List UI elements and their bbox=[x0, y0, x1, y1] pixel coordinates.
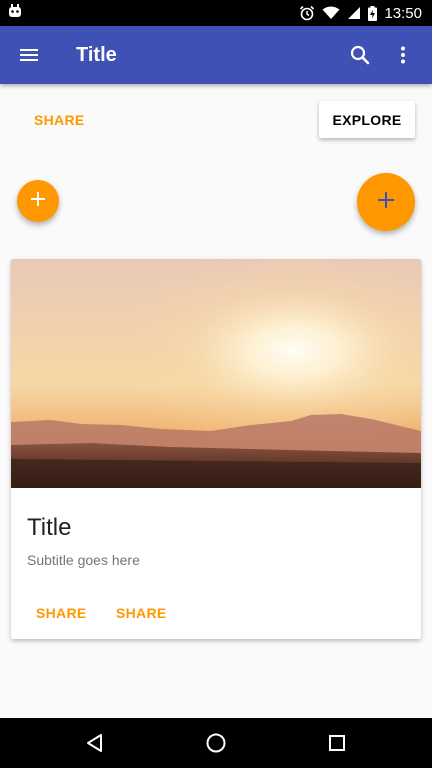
card-title: Title bbox=[27, 514, 72, 541]
recents-icon[interactable] bbox=[325, 731, 349, 755]
home-icon[interactable] bbox=[204, 731, 228, 755]
more-vert-icon[interactable] bbox=[391, 43, 415, 67]
android-debug-icon bbox=[8, 3, 22, 23]
card-image bbox=[11, 259, 421, 488]
wifi-icon bbox=[322, 6, 340, 20]
battery-charging-icon bbox=[368, 5, 378, 21]
navigation-bar bbox=[0, 718, 432, 768]
add-fab[interactable] bbox=[357, 173, 415, 231]
share-button[interactable]: SHARE bbox=[34, 112, 85, 128]
back-icon[interactable] bbox=[83, 731, 107, 755]
add-icon bbox=[29, 190, 47, 213]
card-share-button[interactable]: SHARE bbox=[36, 605, 87, 621]
add-fab-mini[interactable] bbox=[17, 180, 59, 222]
explore-button[interactable]: EXPLORE bbox=[319, 101, 415, 138]
menu-icon[interactable] bbox=[17, 43, 41, 67]
search-icon[interactable] bbox=[348, 43, 372, 67]
status-bar: 13:50 bbox=[0, 0, 432, 26]
signal-icon bbox=[347, 6, 361, 20]
add-icon bbox=[376, 190, 396, 215]
app-bar-title: Title bbox=[76, 44, 117, 66]
card-share-button-2[interactable]: SHARE bbox=[116, 605, 167, 621]
card: Title Subtitle goes here SHARE SHARE bbox=[11, 259, 421, 639]
alarm-icon bbox=[299, 5, 315, 21]
status-time: 13:50 bbox=[384, 4, 422, 22]
app-bar: Title bbox=[0, 26, 432, 84]
card-subtitle: Subtitle goes here bbox=[27, 552, 140, 568]
